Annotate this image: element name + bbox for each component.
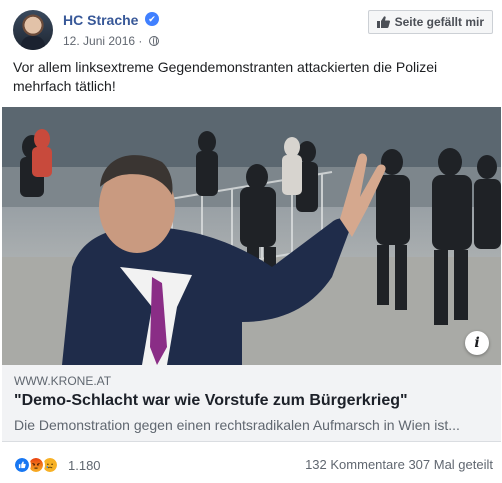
link-preview[interactable]: WWW.KRONE.AT "Demo-Schlacht war wie Vors… — [2, 365, 501, 442]
globe-icon[interactable] — [148, 36, 159, 46]
author-name[interactable]: HC Strache — [63, 12, 138, 28]
link-domain: WWW.KRONE.AT — [14, 374, 112, 388]
reaction-count[interactable]: 1.180 — [68, 458, 101, 473]
shares-count[interactable]: 307 Mal geteilt — [408, 457, 493, 472]
photo-scene — [2, 107, 501, 365]
thumbs-up-icon — [376, 16, 390, 28]
info-icon[interactable]: i — [465, 331, 489, 355]
engagement-stats: 132 Kommentare 307 Mal geteilt — [305, 457, 493, 472]
post-timestamp: 12. Juni 2016 · — [63, 34, 159, 48]
post-text: Vor allem linksextreme Gegendemonstrante… — [13, 59, 438, 94]
verified-icon: ✔ — [145, 12, 159, 26]
like-page-label: Seite gefällt mir — [394, 15, 484, 29]
like-icon — [13, 456, 31, 474]
link-preview-image[interactable]: i — [2, 107, 501, 365]
post-date[interactable]: 12. Juni 2016 — [63, 34, 135, 48]
post-header: HC Strache ✔ 12. Juni 2016 · Seite gefäl… — [13, 9, 493, 53]
author-avatar[interactable] — [13, 10, 53, 50]
comments-count[interactable]: 132 Kommentare — [305, 457, 405, 472]
like-page-button[interactable]: Seite gefällt mir — [367, 10, 493, 34]
link-description: Die Demonstration gegen einen rechtsradi… — [14, 417, 460, 433]
link-title[interactable]: "Demo-Schlacht war wie Vorstufe zum Bürg… — [14, 392, 408, 410]
separator: · — [138, 34, 143, 48]
post-footer: 1.180 132 Kommentare 307 Mal geteilt — [13, 455, 493, 475]
